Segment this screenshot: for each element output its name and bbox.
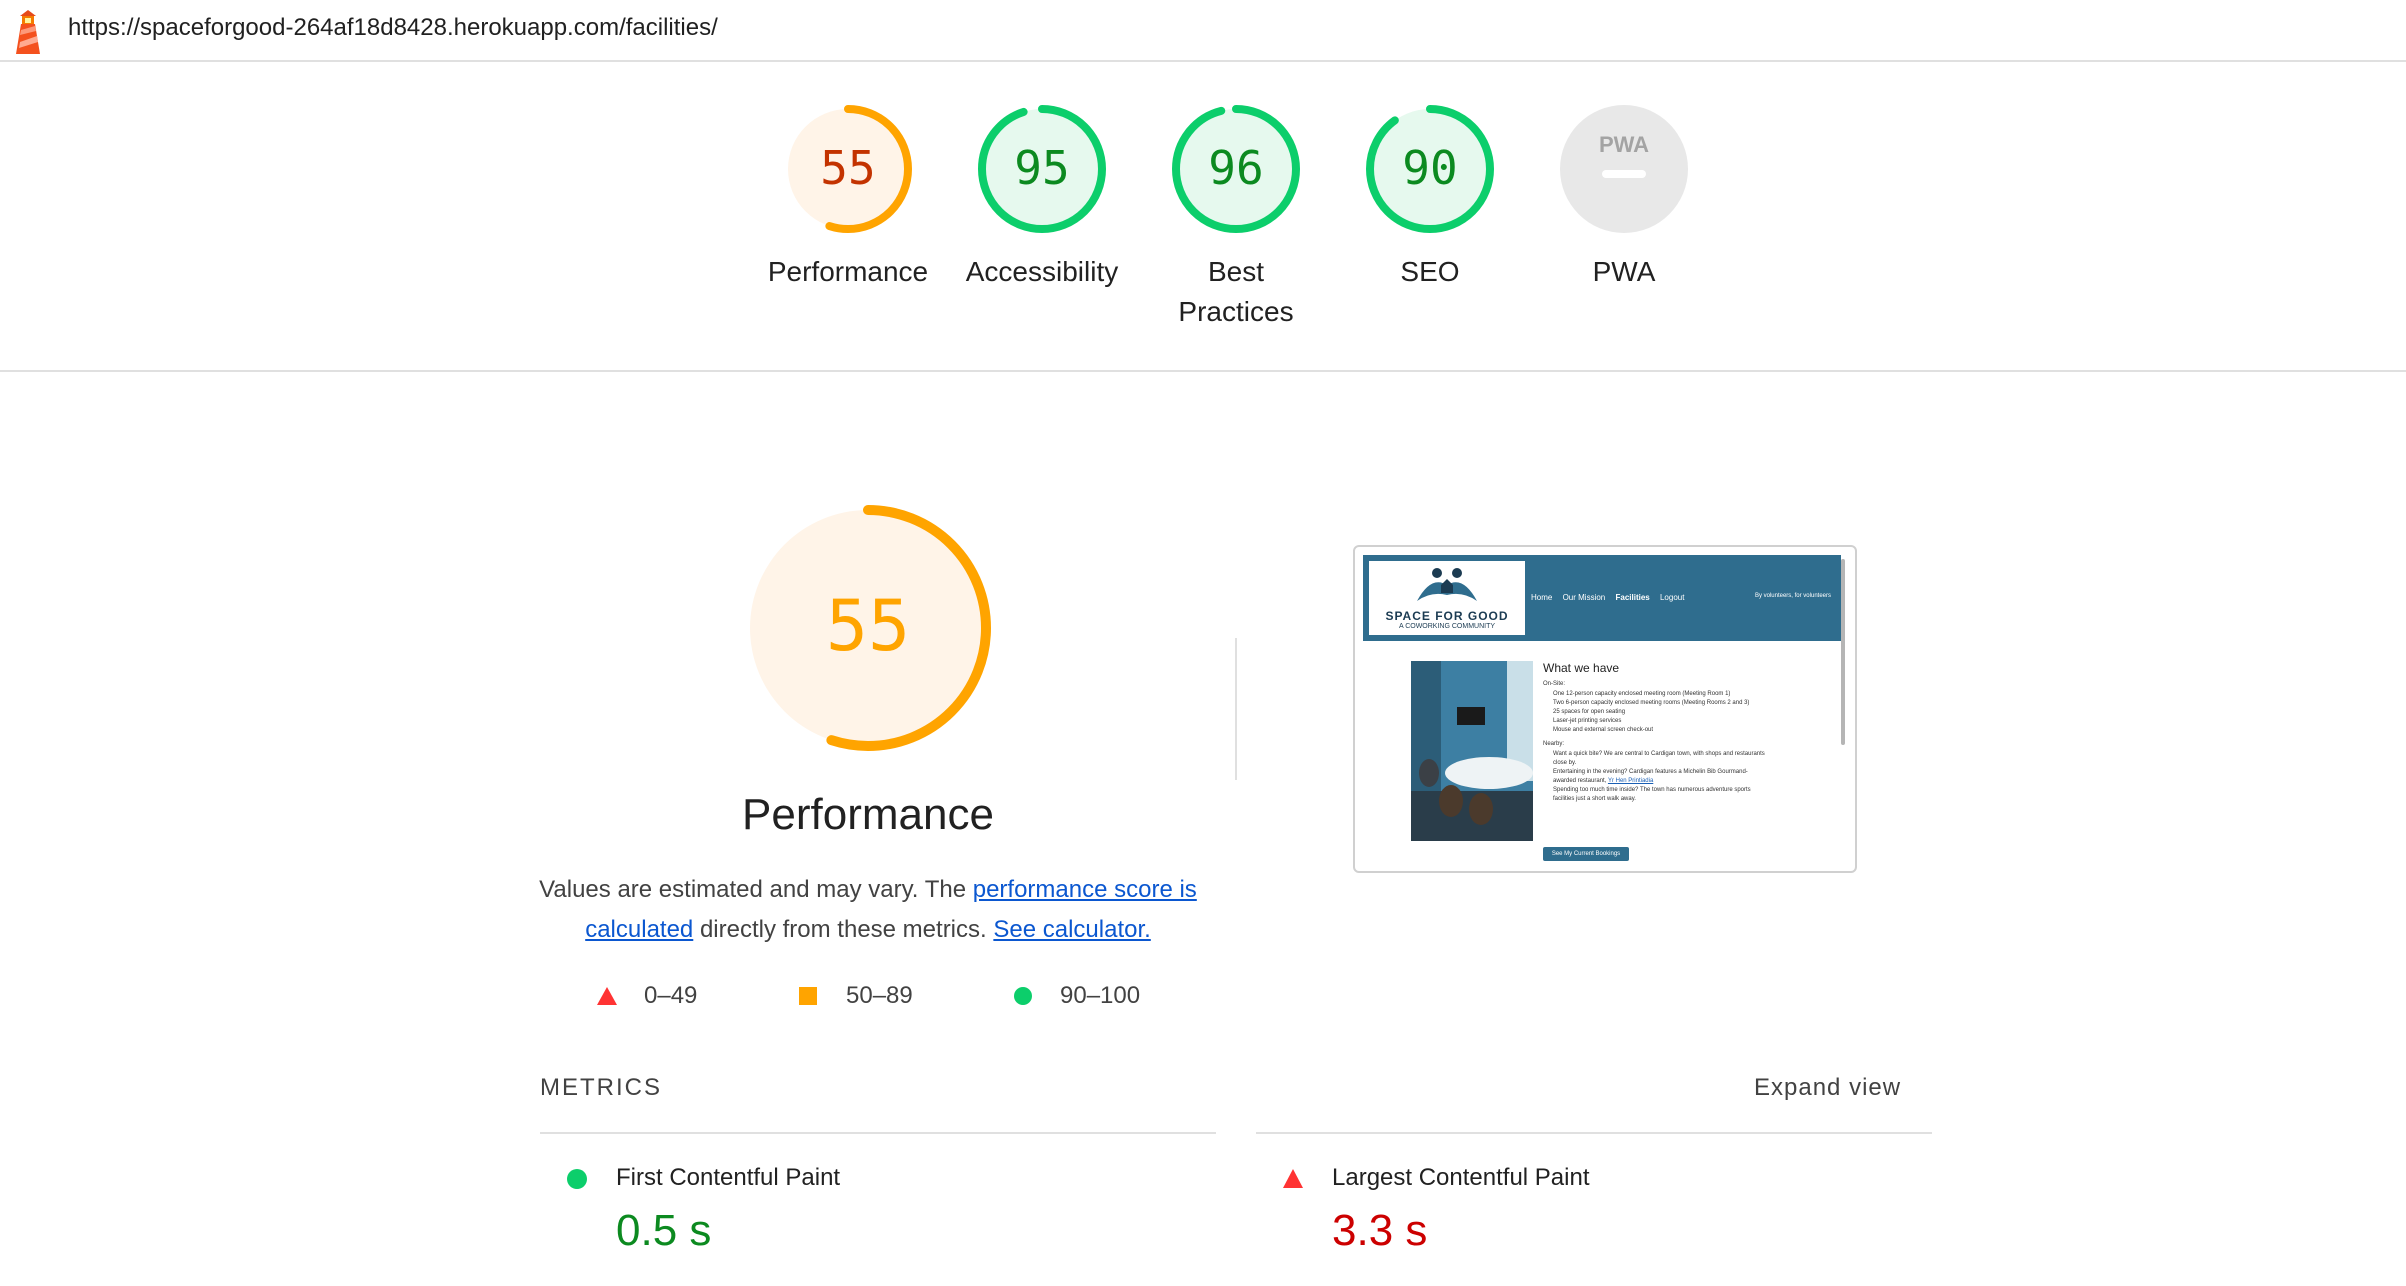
thumb-onsite-item: 25 spaces for open seating <box>1553 709 1626 715</box>
thumb-site-logo: SPACE FOR GOOD A COWORKING COMMUNITY <box>1369 561 1525 635</box>
thumb-site-header: SPACE FOR GOOD A COWORKING COMMUNITY Hom… <box>1363 555 1841 641</box>
performance-score-gauge: 55 <box>745 505 991 751</box>
thumb-nearby-item: facilities just a short walk away. <box>1553 796 1636 802</box>
metric-fcp-value: 0.5 s <box>616 1206 712 1255</box>
desc-prefix: Values are estimated and may vary. The <box>539 876 973 903</box>
final-screenshot-thumbnail[interactable]: SPACE FOR GOOD A COWORKING COMMUNITY Hom… <box>1353 545 1857 873</box>
thumb-onsite-label: On-Site: <box>1543 681 1566 687</box>
gauge-best-practices-score: 96 <box>1208 141 1263 195</box>
thumb-logo-subtitle: A COWORKING COMMUNITY <box>1398 623 1496 630</box>
gauge-pwa-label: PWA <box>1592 256 1656 287</box>
thumb-onsite-item: Two 6-person capacity enclosed meeting r… <box>1553 700 1750 706</box>
gauge-seo-label: SEO <box>1400 256 1460 287</box>
metrics-heading: METRICS <box>540 1074 662 1101</box>
expand-view-toggle[interactable]: Expand view <box>1754 1074 1901 1102</box>
legend-pass-range: 90–100 <box>1060 982 1141 1009</box>
thumb-nearby-item: close by. <box>1553 760 1577 766</box>
thumb-nav-mission: Our Mission <box>1562 593 1606 602</box>
performance-description: Values are estimated and may vary. The p… <box>518 870 1218 950</box>
gauge-performance-ring: 55 <box>784 105 912 233</box>
thumb-onsite-item: Laser-jet printing services <box>1553 718 1622 724</box>
gauge-best-practices-label: Best Practices <box>1146 252 1326 332</box>
thumb-nav-home: Home <box>1531 593 1553 602</box>
gauge-best-practices-label-line1: Best <box>1207 256 1265 287</box>
report-url[interactable]: https://spaceforgood-264af18d8428.heroku… <box>68 14 718 42</box>
thumb-meeting-room-photo <box>1411 661 1533 841</box>
metrics-divider-right <box>1256 1132 1932 1134</box>
gauge-seo-score: 90 <box>1402 141 1457 195</box>
thumb-nearby-label: Nearby: <box>1543 741 1565 747</box>
thumb-nearby-item: Spending too much time inside? The town … <box>1553 787 1751 793</box>
gauge-accessibility-score: 95 <box>1014 141 1069 195</box>
gauge-best-practices[interactable]: 96 Best Practices <box>1146 102 1326 332</box>
thumb-bookings-button: See My Current Bookings <box>1543 847 1629 861</box>
gauge-performance[interactable]: 55 Performance <box>758 102 938 292</box>
gauge-seo-ring: 90 <box>1366 105 1494 233</box>
thumb-nearby-item: Want a quick bite? We are central to Car… <box>1553 751 1765 757</box>
thumb-nearby-link: Yr Hen Printiadia <box>1607 778 1654 784</box>
metric-lcp-value: 3.3 s <box>1332 1206 1428 1255</box>
metric-fcp-label: First Contentful Paint <box>616 1164 841 1191</box>
report-topbar: https://spaceforgood-264af18d8428.heroku… <box>0 0 2406 62</box>
gauge-pwa[interactable]: PWA PWA <box>1534 102 1714 292</box>
pwa-badge-icon: PWA <box>1560 105 1688 233</box>
thumb-tagline: By volunteers, for volunteers <box>1754 593 1831 599</box>
gauge-best-practices-label-line2: Practices <box>1178 296 1294 327</box>
thumb-nav: Home Our Mission Facilities Logout <box>1531 593 1692 602</box>
pass-circle-icon <box>1014 987 1032 1005</box>
desc-middle: directly from these metrics. <box>693 916 994 943</box>
gauge-best-practices-ring: 96 <box>1172 105 1300 233</box>
pass-circle-icon <box>567 1169 587 1189</box>
see-calculator-link[interactable]: See calculator. <box>993 916 1150 943</box>
thumb-scrollbar <box>1841 559 1845 745</box>
gauge-seo[interactable]: 90 SEO <box>1340 102 1520 292</box>
gauge-accessibility-label: Accessibility <box>965 256 1119 287</box>
thumb-nearby-item: Entertaining in the evening? Cardigan fe… <box>1553 769 1748 775</box>
gauge-accessibility-ring: 95 <box>978 105 1106 233</box>
fail-triangle-icon <box>1283 1169 1303 1188</box>
thumb-nearby-text: awarded restaurant, <box>1553 778 1608 784</box>
gauge-performance-score: 55 <box>820 141 875 195</box>
legend-average-range: 50–89 <box>846 982 913 1009</box>
performance-title: Performance <box>742 790 994 839</box>
section-divider <box>1235 638 1237 780</box>
pwa-badge-text: PWA <box>1599 132 1649 157</box>
legend-fail-range: 0–49 <box>644 982 698 1009</box>
gauge-accessibility[interactable]: 95 Accessibility <box>952 102 1132 292</box>
thumb-heading: What we have <box>1543 661 1620 675</box>
metrics-divider-left <box>540 1132 1216 1134</box>
thumb-nav-logout: Logout <box>1659 593 1685 602</box>
space-for-good-logo-icon <box>1417 568 1477 601</box>
gauge-performance-label: Performance <box>767 256 929 287</box>
fail-triangle-icon <box>597 987 617 1005</box>
thumb-nearby-item: awarded restaurant, Yr Hen Printiadia <box>1553 778 1653 784</box>
thumb-logo-title: SPACE FOR GOOD <box>1385 609 1509 623</box>
metric-lcp-label: Largest Contentful Paint <box>1332 1164 1590 1191</box>
thumb-nav-facilities: Facilities <box>1615 593 1650 602</box>
thumb-onsite-item: One 12-person capacity enclosed meeting … <box>1553 691 1731 697</box>
lighthouse-logo-icon <box>16 10 40 54</box>
thumb-onsite-item: Mouse and external screen check-out <box>1553 727 1654 733</box>
performance-score-number: 55 <box>826 585 910 667</box>
average-square-icon <box>799 987 817 1005</box>
category-gauges: 55 Performance 95 Accessibility 96 Best … <box>0 62 2406 372</box>
